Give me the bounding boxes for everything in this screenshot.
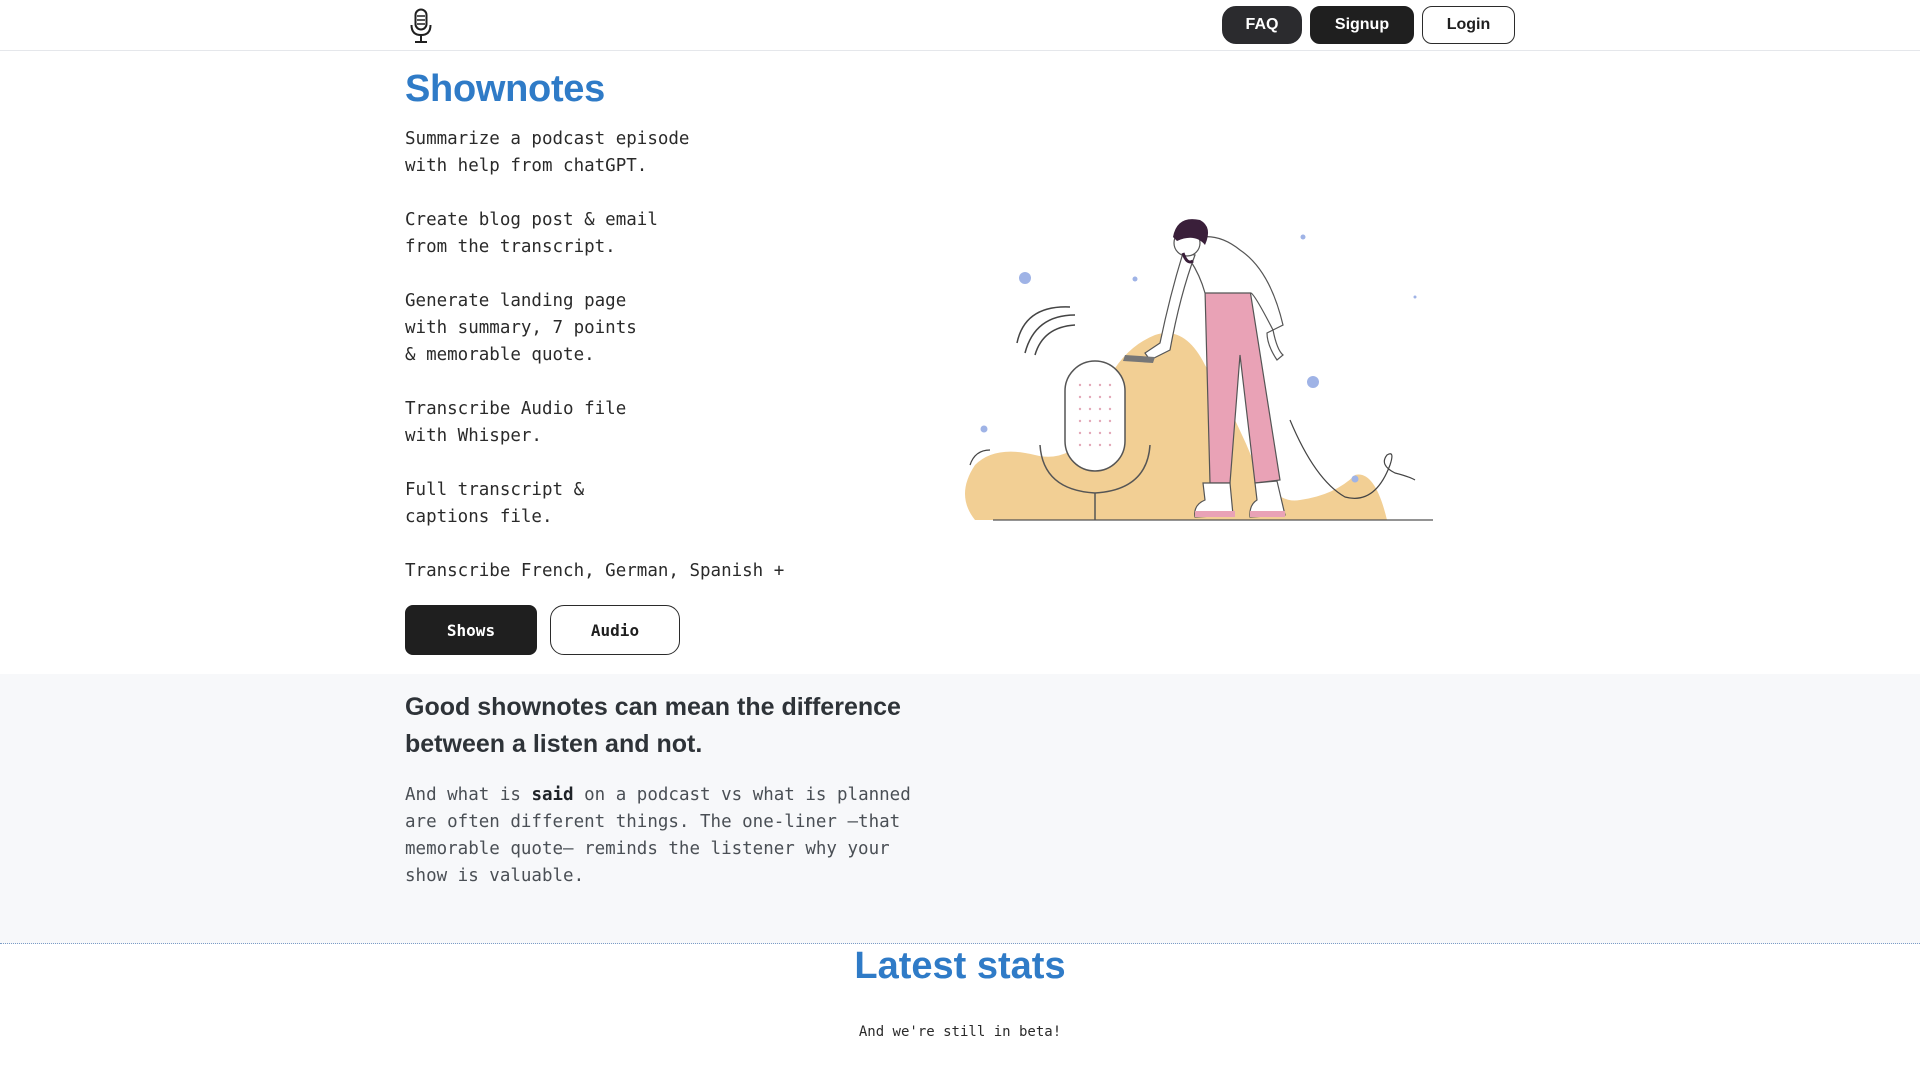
feature-item: Create blog post & email from the transc… — [405, 210, 658, 257]
podcaster-illustration — [965, 219, 1433, 521]
faq-button[interactable]: FAQ — [1222, 6, 1302, 44]
stats-subtitle: And we're still in beta! — [858, 1024, 1062, 1040]
feature-item: Transcribe Audio file with Whisper. — [405, 399, 627, 446]
page-title: Shownotes — [405, 68, 605, 110]
stats-title: Latest stats — [854, 945, 1066, 987]
why-body: And what is said on a podcast vs what is… — [405, 782, 965, 890]
main-nav: FAQ Signup Login — [1222, 6, 1515, 44]
feature-item: Summarize a podcast episode with help fr… — [405, 129, 690, 176]
audio-button[interactable]: Audio — [550, 605, 680, 655]
emphasis-said: said — [531, 785, 574, 805]
why-heading: Good shownotes can mean the difference b… — [405, 693, 901, 758]
body-text: And what is — [405, 785, 532, 805]
hero-actions: Shows Audio — [405, 605, 680, 655]
shows-button[interactable]: Shows — [405, 605, 537, 655]
feature-item: Generate landing page with summary, 7 po… — [405, 291, 637, 365]
signup-button[interactable]: Signup — [1310, 6, 1414, 44]
microphone-icon[interactable] — [407, 8, 435, 44]
feature-item: Full transcript & captions file. — [405, 480, 585, 527]
feature-item: Transcribe French, German, Spanish + — [405, 561, 785, 581]
top-header: FAQ Signup Login — [0, 0, 1920, 51]
feature-list: Summarize a podcast episode with help fr… — [405, 126, 784, 585]
why-section: Good shownotes can mean the difference b… — [0, 674, 1920, 944]
login-button[interactable]: Login — [1422, 6, 1515, 44]
